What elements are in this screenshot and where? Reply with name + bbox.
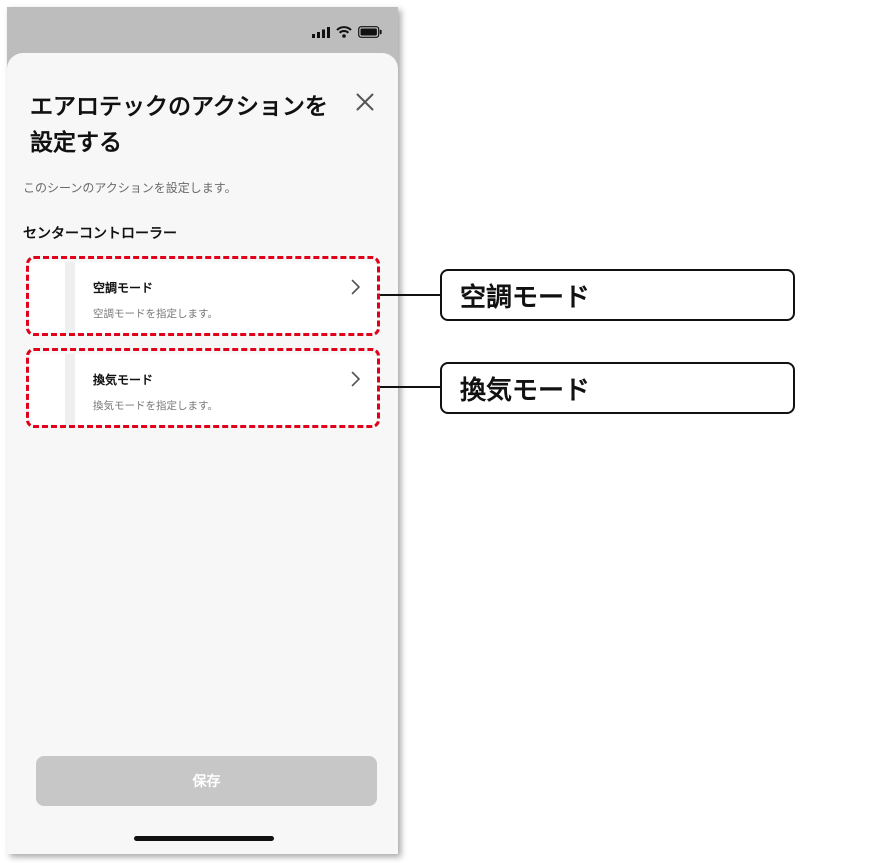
close-button[interactable] (350, 87, 380, 117)
wifi-icon (336, 26, 352, 38)
leader-line-ventilation (380, 386, 441, 388)
battery-icon (358, 26, 382, 38)
sheet-title: エアロテックのアクションを設定する (30, 94, 328, 156)
signal-icon (312, 26, 330, 38)
action-sheet: エアロテックのアクションを設定する このシーンのアクションを設定します。 センタ… (7, 53, 398, 854)
callout-ventilation-mode: 換気モード (440, 362, 795, 414)
home-indicator (134, 836, 274, 841)
callout-aircon-mode: 空調モード (440, 269, 795, 321)
highlight-box-aircon (26, 256, 380, 336)
phone-screen: エアロテックのアクションを設定する このシーンのアクションを設定します。 センタ… (7, 7, 398, 854)
sheet-description: このシーンのアクションを設定します。 (23, 181, 237, 195)
close-icon (356, 93, 374, 111)
leader-line-aircon (380, 294, 441, 296)
status-icons (312, 26, 382, 38)
section-title: センターコントローラー (23, 226, 177, 242)
highlight-box-ventilation (26, 348, 380, 428)
save-button[interactable]: 保存 (36, 756, 377, 806)
stage: エアロテックのアクションを設定する このシーンのアクションを設定します。 センタ… (0, 0, 894, 863)
status-bar (7, 7, 398, 53)
